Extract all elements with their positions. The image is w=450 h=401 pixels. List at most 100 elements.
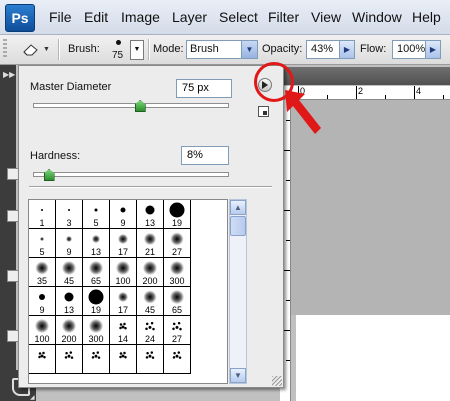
brush-tip-icon <box>144 349 156 361</box>
brush-tip-icon <box>116 40 121 45</box>
brush-tip-icon <box>120 207 126 213</box>
brush-preset[interactable]: 21 <box>137 229 164 258</box>
brush-preset[interactable]: 19 <box>164 200 191 229</box>
brush-preset[interactable]: 300 <box>83 316 110 345</box>
brush-preset[interactable]: 65 <box>83 258 110 287</box>
hardness-input[interactable]: 8% <box>181 146 229 165</box>
flow-input[interactable]: 100% <box>392 40 426 59</box>
brush-preset-size: 27 <box>171 334 182 344</box>
brush-tip-icon <box>118 350 128 360</box>
brush-preset[interactable]: 19 <box>83 287 110 316</box>
master-diameter-slider[interactable] <box>33 103 229 108</box>
brush-tip-icon <box>40 237 44 241</box>
brush-picker-button[interactable]: ▼ <box>130 40 144 60</box>
brush-preset[interactable]: 3 <box>56 200 83 229</box>
opacity-slider-button[interactable]: ▶ <box>339 40 355 59</box>
expand-panel-icon[interactable]: ▶▶ <box>3 70 15 79</box>
tool-preset-dropdown-icon[interactable]: ▼ <box>43 46 50 53</box>
eraser-icon[interactable] <box>22 41 40 57</box>
scrollbar-thumb[interactable] <box>230 216 246 236</box>
master-diameter-input[interactable]: 75 px <box>176 79 232 98</box>
brush-preset[interactable]: 45 <box>137 287 164 316</box>
brush-preset[interactable]: 5 <box>29 229 56 258</box>
brush-preset[interactable]: 100 <box>29 316 56 345</box>
brush-preview[interactable]: 75 <box>108 37 130 61</box>
brush-preset[interactable]: 24 <box>137 316 164 345</box>
menu-help[interactable]: Help <box>412 9 441 25</box>
flow-label: Flow: <box>360 43 387 55</box>
menu-select[interactable]: Select <box>219 9 258 25</box>
presets-scrollbar[interactable]: ▲ ▼ <box>229 199 247 384</box>
brush-preset[interactable]: 65 <box>164 287 191 316</box>
brush-preset[interactable]: 35 <box>29 258 56 287</box>
brush-preset[interactable]: 45 <box>56 258 83 287</box>
brush-preset-size: 9 <box>66 247 72 257</box>
menu-image[interactable]: Image <box>121 9 160 25</box>
master-diameter-slider-thumb[interactable] <box>134 100 146 112</box>
mode-select[interactable]: Brush ▼ <box>186 40 258 59</box>
menu-bar: Ps File Edit Image Layer Select Filter V… <box>0 0 450 35</box>
hardness-slider[interactable] <box>33 172 229 177</box>
brush-preset-size: 100 <box>115 276 131 286</box>
opacity-input[interactable]: 43% <box>306 40 340 59</box>
save-preset-icon[interactable] <box>258 106 269 117</box>
ruler-tick <box>286 360 290 361</box>
brush-tip-icon <box>92 235 100 243</box>
flow-slider-button[interactable]: ▶ <box>425 40 441 59</box>
brush-preset[interactable]: 17 <box>110 287 137 316</box>
brush-tip-icon <box>144 233 156 245</box>
ruler-tick <box>356 86 357 99</box>
brush-preset[interactable]: 200 <box>137 258 164 287</box>
brush-preset[interactable]: 5 <box>83 200 110 229</box>
ruler-tick <box>385 95 386 99</box>
brush-label: Brush: <box>68 43 100 55</box>
brush-preset[interactable]: 9 <box>56 229 83 258</box>
brush-preset[interactable]: 200 <box>56 316 83 345</box>
brush-preset[interactable]: 300 <box>164 258 191 287</box>
brush-tip-icon <box>118 234 128 244</box>
brush-preset[interactable]: 14 <box>110 316 137 345</box>
menu-file[interactable]: File <box>49 9 72 25</box>
chevron-down-icon[interactable]: ▼ <box>241 41 257 58</box>
brush-preset[interactable]: 100 <box>110 258 137 287</box>
menu-window[interactable]: Window <box>352 9 402 25</box>
brush-preset[interactable]: 9 <box>29 287 56 316</box>
brush-preset[interactable]: 27 <box>164 316 191 345</box>
brush-preset-size: 13 <box>90 247 101 257</box>
brush-preset[interactable] <box>83 345 110 374</box>
document-tab-bar[interactable] <box>280 67 450 85</box>
brush-presets-grid[interactable]: 1 3 5 9 13 19 5 9 13 17 21 27 35 45 65 100 200 300 9 13 19 17… <box>28 199 228 384</box>
brush-preset[interactable]: 17 <box>110 229 137 258</box>
brush-preset[interactable] <box>110 345 137 374</box>
brush-preset[interactable]: 9 <box>110 200 137 229</box>
menu-edit[interactable]: Edit <box>84 9 108 25</box>
tool-menu-corner-icon: ◢ <box>30 395 35 401</box>
brush-preset-size: 9 <box>120 218 126 228</box>
menu-layer[interactable]: Layer <box>172 9 207 25</box>
brush-preset[interactable] <box>56 345 83 374</box>
brush-tip-icon <box>62 261 76 275</box>
brush-preset-size: 17 <box>117 247 128 257</box>
scroll-down-icon[interactable]: ▼ <box>230 368 246 383</box>
brush-tip-icon <box>170 319 184 333</box>
brush-preset[interactable]: 13 <box>83 229 110 258</box>
options-bar-grip[interactable] <box>3 39 7 59</box>
brush-preset-picker: Master Diameter 75 px Hardness: 8% 13591… <box>18 65 284 388</box>
brush-preset[interactable] <box>29 345 56 374</box>
hardness-slider-thumb[interactable] <box>43 169 55 181</box>
brush-preset[interactable]: 13 <box>56 287 83 316</box>
scroll-up-icon[interactable]: ▲ <box>230 200 246 215</box>
resize-grip-icon[interactable] <box>272 376 282 386</box>
brush-preset[interactable]: 27 <box>164 229 191 258</box>
brush-preset[interactable] <box>164 345 191 374</box>
menu-filter[interactable]: Filter <box>268 9 299 25</box>
menu-view[interactable]: View <box>311 9 341 25</box>
brush-preset-size: 45 <box>144 305 155 315</box>
brush-preset[interactable] <box>137 345 164 374</box>
brush-tip-icon <box>170 232 184 246</box>
ruler-tick <box>414 86 415 99</box>
brush-preset[interactable]: 13 <box>137 200 164 229</box>
brush-tip-icon <box>64 292 74 302</box>
document-canvas[interactable] <box>296 315 450 401</box>
brush-preset[interactable]: 1 <box>29 200 56 229</box>
